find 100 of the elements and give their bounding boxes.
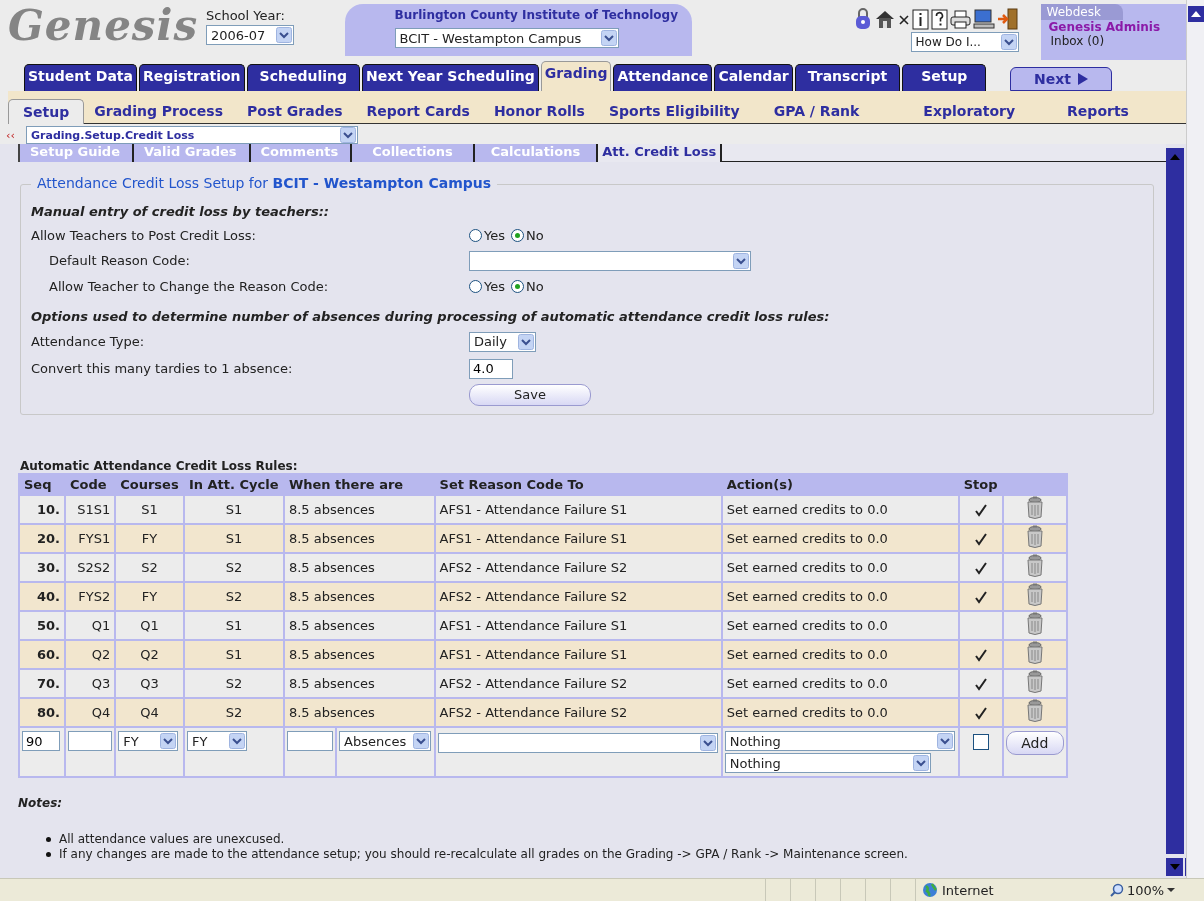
nav-tab[interactable]: Grading xyxy=(540,61,612,91)
table-cell: Set earned credits to 0.0 xyxy=(722,496,958,523)
table-title: Automatic Attendance Credit Loss Rules: xyxy=(20,459,299,473)
next-button[interactable]: Next xyxy=(1010,67,1113,91)
trash-can-icon[interactable] xyxy=(1024,525,1045,549)
trash-can-icon[interactable] xyxy=(1024,699,1045,723)
caret-icon xyxy=(160,733,177,749)
nav-tab[interactable]: Next Year Scheduling xyxy=(362,64,539,91)
note-text: All attendance values are unexcused. xyxy=(59,832,285,847)
table-cell: Set earned credits to 0.0 xyxy=(722,525,958,552)
scrollbar[interactable] xyxy=(1166,144,1186,878)
trash-can-icon[interactable] xyxy=(1024,583,1045,607)
radio-option[interactable]: Yes xyxy=(469,227,505,243)
radio-option[interactable]: No xyxy=(511,227,544,243)
subnav-item[interactable]: GPA / Rank xyxy=(765,101,868,121)
dropdown[interactable]: Absences xyxy=(339,731,432,751)
caret-icon xyxy=(936,733,953,749)
input-field[interactable]: 90 xyxy=(22,731,60,751)
check-icon xyxy=(973,590,988,605)
field-label: School Year: xyxy=(206,8,286,23)
table-cell: AFS2 - Attendance Failure S2 xyxy=(435,699,721,726)
trash-can-icon[interactable] xyxy=(1024,670,1045,694)
subnav-item[interactable]: Post Grades xyxy=(239,101,351,121)
zoom-control[interactable]: 100% xyxy=(1102,882,1200,898)
check-icon xyxy=(973,503,988,518)
field-label: Attendance Type: xyxy=(31,334,146,349)
radio-option[interactable]: No xyxy=(511,278,544,294)
scroll-thumb[interactable] xyxy=(1166,166,1184,854)
check-icon xyxy=(973,677,988,692)
dropdown[interactable] xyxy=(437,733,718,753)
checkbox[interactable] xyxy=(972,734,989,750)
field-label: Allow Teacher to Change the Reason Code: xyxy=(48,278,330,294)
dropdown[interactable]: Daily xyxy=(469,331,536,352)
nav-tab[interactable]: Attendance xyxy=(613,64,713,91)
computer-icon[interactable] xyxy=(972,8,995,30)
inbox-link[interactable]: Inbox (0) xyxy=(1040,34,1186,48)
table-cell: 30. xyxy=(20,554,64,581)
subnav-item[interactable]: Sports Eligibility xyxy=(600,101,748,121)
input-field[interactable] xyxy=(68,731,112,751)
table-cell: Q4 xyxy=(116,699,183,726)
check-icon xyxy=(973,532,988,547)
subnav-item[interactable]: Grading Process xyxy=(86,101,232,121)
save-button[interactable]: Save xyxy=(469,384,591,406)
subnav-item[interactable]: Honor Rolls xyxy=(485,101,593,121)
dropdown[interactable]: FY xyxy=(186,731,247,751)
printer-icon[interactable] xyxy=(949,8,971,30)
table-cell: FY xyxy=(116,583,183,610)
radio-option[interactable]: Yes xyxy=(469,278,505,294)
bullet-icon xyxy=(46,852,51,857)
table-cell: Q2 xyxy=(116,641,183,668)
table-cell: S1 xyxy=(184,641,283,668)
exit-door-icon[interactable] xyxy=(996,8,1019,30)
subnav-item[interactable]: Setup xyxy=(8,99,85,124)
page-tab[interactable]: Att. Credit Loss xyxy=(598,144,723,162)
table-cell: 8.5 absences xyxy=(284,641,434,668)
globe-icon xyxy=(922,882,938,898)
section-heading: Options used to determine number of absences during processing of automatic attendance credit loss rules: xyxy=(31,308,830,324)
nav-tab[interactable]: Student Data xyxy=(24,64,137,91)
dropdown[interactable]: BCIT - Westampton Campus xyxy=(394,28,619,48)
help-icon[interactable] xyxy=(930,8,948,30)
table-cell: Set earned credits to 0.0 xyxy=(722,612,958,639)
trash-can-icon[interactable] xyxy=(1024,554,1045,578)
dropdown[interactable]: Nothing xyxy=(724,731,955,751)
input-field[interactable] xyxy=(286,731,333,751)
table-cell: 60. xyxy=(20,641,64,668)
dropdown[interactable]: FY xyxy=(118,731,179,751)
table-cell: Set earned credits to 0.0 xyxy=(722,583,958,610)
nav-tab[interactable]: Calendar xyxy=(714,64,793,91)
subnav-item[interactable]: Reports xyxy=(1059,101,1137,121)
dropdown[interactable]: Grading.Setup.Credit Loss xyxy=(26,126,358,144)
subnav-item[interactable]: Report Cards xyxy=(358,101,478,121)
nav-tab[interactable]: Setup xyxy=(902,64,987,91)
info-icon[interactable] xyxy=(911,8,929,30)
nav-tab[interactable]: Scheduling xyxy=(246,64,360,91)
table-cell: S1 xyxy=(184,496,283,523)
table-cell: Q4 xyxy=(66,699,115,726)
lock-icon[interactable] xyxy=(853,6,872,30)
scroll-up-icon[interactable] xyxy=(1187,6,1204,22)
nav-tab[interactable]: Transcript xyxy=(794,64,901,91)
nav-tab[interactable]: Registration xyxy=(139,64,245,91)
trash-can-icon[interactable] xyxy=(1024,612,1045,636)
table-cell: AFS1 - Attendance Failure S1 xyxy=(435,525,721,552)
dropdown[interactable]: How Do I... xyxy=(910,32,1019,52)
table-cell: 8.5 absences xyxy=(284,583,434,610)
trash-can-icon[interactable] xyxy=(1024,641,1045,665)
table-cell: 8.5 absences xyxy=(284,496,434,523)
subnav-item[interactable]: Exploratory xyxy=(915,101,1024,121)
collapse-link[interactable]: ‹‹ xyxy=(0,128,26,142)
scrollbar[interactable] xyxy=(1186,0,1204,878)
add-button[interactable]: Add xyxy=(1005,731,1064,755)
table-cell: 8.5 absences xyxy=(284,525,434,552)
dropdown[interactable]: 2006-07 xyxy=(206,25,294,45)
input-field[interactable]: 4.0 xyxy=(469,358,513,379)
district-name: Burlington County Institute of Technology xyxy=(394,8,678,22)
section-heading: Manual entry of credit loss by teachers:: xyxy=(31,203,330,219)
dropdown[interactable]: Nothing xyxy=(724,753,931,773)
caret-icon xyxy=(912,755,929,771)
dropdown[interactable] xyxy=(469,250,751,271)
table-cell: AFS1 - Attendance Failure S1 xyxy=(435,641,721,668)
trash-can-icon[interactable] xyxy=(1024,496,1045,520)
